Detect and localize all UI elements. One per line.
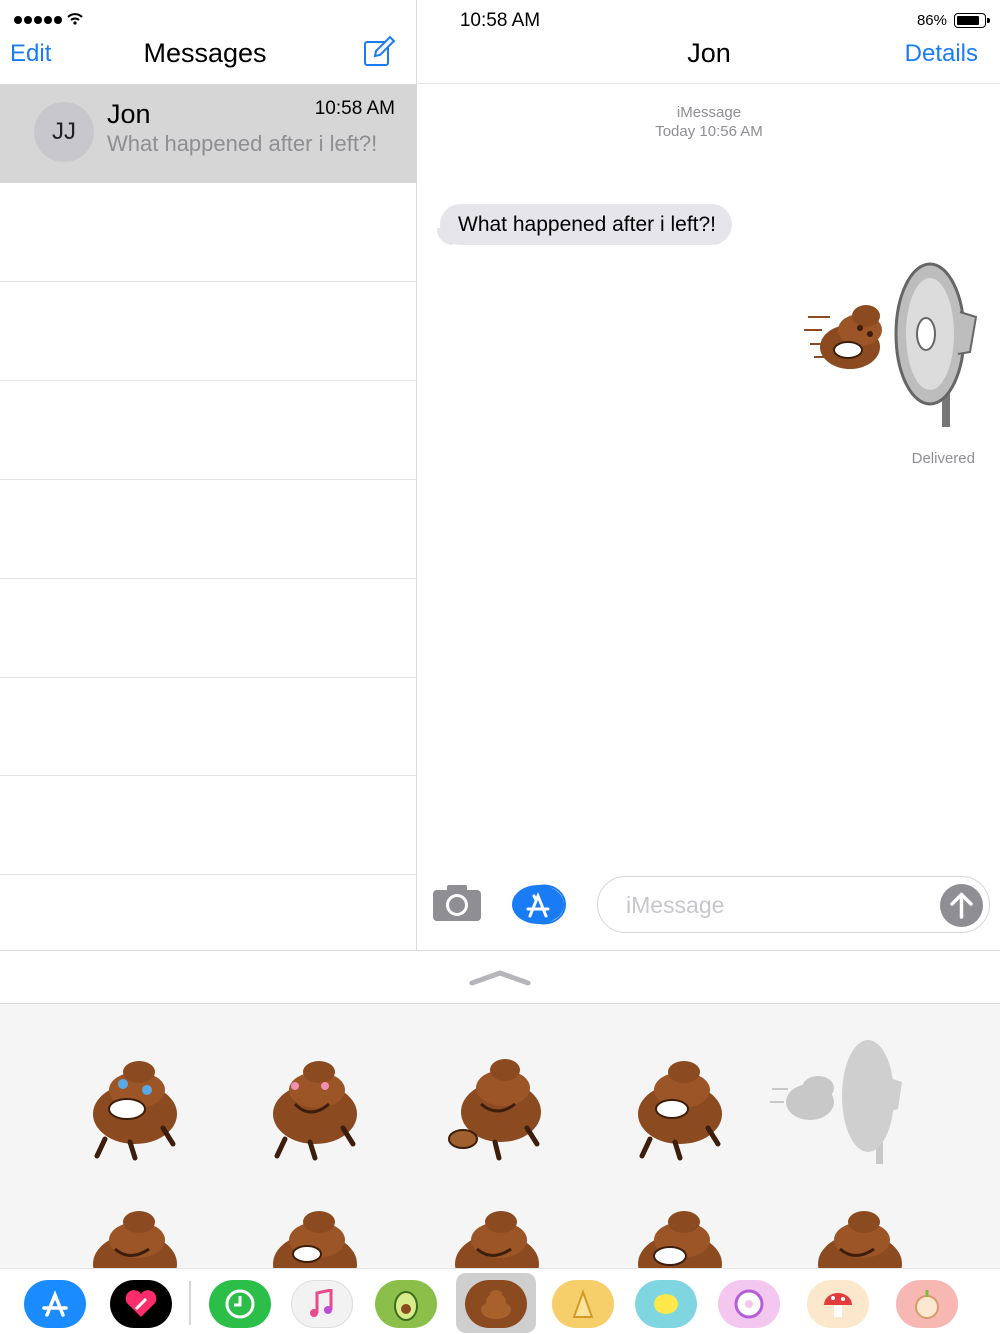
clock-icon[interactable] — [209, 1280, 271, 1328]
details-button[interactable]: Details — [905, 40, 978, 68]
avatar: JJ — [34, 102, 94, 162]
chevron-up-icon[interactable] — [469, 967, 531, 989]
poop-crying-laughing-sticker[interactable] — [75, 1054, 195, 1174]
service-label: iMessage — [676, 104, 742, 121]
poop-laughing-sticker[interactable] — [437, 1204, 557, 1268]
poop-sticker-icon[interactable] — [465, 1280, 527, 1328]
lemon-icon[interactable] — [635, 1280, 697, 1328]
music-icon[interactable] — [291, 1280, 353, 1328]
compose-icon[interactable] — [362, 34, 396, 68]
message-input-placeholder: iMessage — [626, 892, 725, 918]
sticker-grid — [0, 1004, 1000, 1268]
conversation-row[interactable]: JJ Jon 10:58 AM What happened after i le… — [0, 84, 417, 183]
poop-laughing-sticker[interactable] — [255, 1204, 375, 1268]
list-divider — [0, 380, 417, 381]
flying-poop-icon — [820, 305, 882, 369]
list-divider — [0, 578, 417, 579]
message-input[interactable]: iMessage — [597, 876, 990, 933]
list-divider — [0, 775, 417, 776]
app-store-icon[interactable] — [24, 1280, 86, 1328]
poop-blushing-sticker[interactable] — [255, 1054, 375, 1174]
conversation-list-pane: Edit Messages JJ Jon 10:58 AM What happe… — [0, 0, 417, 950]
list-divider — [0, 281, 417, 282]
mushroom-icon[interactable] — [807, 1280, 869, 1328]
poop-fan-sticker[interactable] — [800, 262, 980, 432]
heart-icon[interactable] — [110, 1280, 172, 1328]
list-divider — [0, 479, 417, 480]
conversation-time: 10:58 AM — [314, 98, 395, 119]
cheese-icon[interactable] — [552, 1280, 614, 1328]
list-divider — [0, 677, 417, 678]
page-title: Messages — [143, 38, 267, 68]
poop-laughing-sticker[interactable] — [800, 1204, 920, 1268]
poop-fan-blowing-sticker[interactable] — [770, 1034, 910, 1174]
poop-with-little-poop-sticker[interactable] — [437, 1054, 557, 1174]
send-arrow-icon[interactable] — [940, 884, 983, 927]
messages-header: Edit Messages — [0, 0, 417, 84]
onion-icon[interactable] — [896, 1280, 958, 1328]
fan-icon — [894, 262, 978, 427]
camera-icon[interactable] — [432, 883, 482, 923]
delivery-status: Delivered — [911, 450, 975, 467]
avocado-icon[interactable] — [375, 1280, 437, 1328]
conversation-preview: What happened after i left?! — [107, 131, 378, 156]
app-tray — [0, 1268, 1000, 1334]
chat-timestamp: Today 10:56 AM — [655, 123, 763, 140]
incoming-message-bubble[interactable]: What happened after i left?! — [440, 204, 732, 245]
poop-winking-sticker[interactable] — [620, 1204, 740, 1268]
app-drawer-handle — [0, 950, 1000, 1004]
donut-icon[interactable] — [718, 1280, 780, 1328]
chat-header: Jon Details — [418, 0, 1000, 84]
poop-laughing-sticker[interactable] — [620, 1054, 740, 1174]
poop-laughing-sticker[interactable] — [75, 1204, 195, 1268]
conversation-name: Jon — [107, 99, 151, 129]
app-store-button[interactable] — [511, 884, 566, 925]
list-divider — [0, 874, 417, 875]
tray-divider — [189, 1281, 191, 1325]
chat-service-header: iMessage Today 10:56 AM — [418, 103, 1000, 141]
